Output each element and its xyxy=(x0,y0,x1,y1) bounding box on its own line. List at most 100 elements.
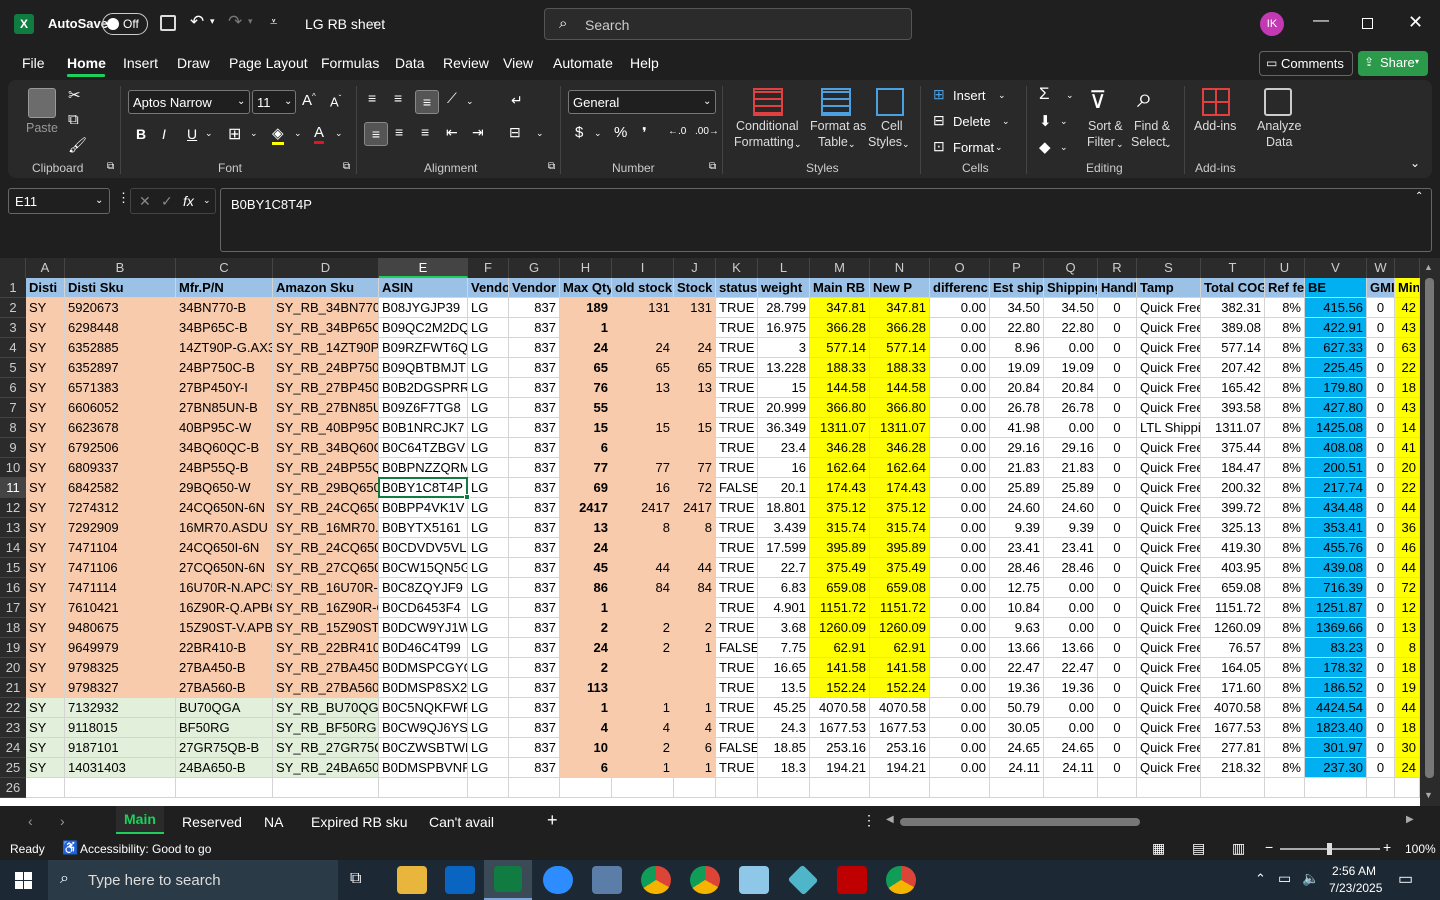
table-cell[interactable] xyxy=(612,538,674,558)
tray-overflow-icon[interactable]: ⌃ xyxy=(1255,871,1266,887)
table-cell[interactable]: 20 xyxy=(1395,458,1420,478)
column-header-w[interactable]: W xyxy=(1367,258,1395,278)
table-cell[interactable]: 4 xyxy=(560,718,612,738)
table-cell[interactable]: SY_RB_34BP65C-E xyxy=(273,318,379,338)
table-cell[interactable]: 65 xyxy=(560,358,612,378)
empty-cell[interactable] xyxy=(674,778,716,798)
table-cell[interactable]: 15Z90ST-V.APB6 xyxy=(176,618,273,638)
table-cell[interactable]: 0.00 xyxy=(930,378,990,398)
table-cell[interactable]: SY_RB_27BP450Y- xyxy=(273,378,379,398)
copy-icon[interactable]: ⧉ xyxy=(68,111,79,128)
table-cell[interactable]: 44 xyxy=(612,558,674,578)
zoom-level[interactable]: 100% xyxy=(1405,842,1436,856)
menu-formulas[interactable]: Formulas xyxy=(321,55,379,71)
table-cell[interactable]: 0.00 xyxy=(1044,698,1098,718)
file-explorer-icon[interactable] xyxy=(397,866,427,894)
table-cell[interactable]: 0 xyxy=(1098,318,1137,338)
table-cell[interactable]: 1251.87 xyxy=(1305,598,1367,618)
table-cell[interactable]: SY xyxy=(26,458,65,478)
comments-button[interactable]: ▭ Comments xyxy=(1259,51,1353,76)
table-cell[interactable]: 0.00 xyxy=(930,458,990,478)
table-cell[interactable]: 45 xyxy=(560,558,612,578)
table-cell[interactable]: SY xyxy=(26,698,65,718)
table-cell[interactable] xyxy=(674,658,716,678)
table-cell[interactable]: 16.65 xyxy=(758,658,810,678)
table-cell[interactable]: 455.76 xyxy=(1305,538,1367,558)
table-cell[interactable]: B0CDVDV5VL xyxy=(379,538,468,558)
table-cell[interactable]: 113 xyxy=(560,678,612,698)
header-cell[interactable]: Vendo xyxy=(468,278,509,298)
font-name-select[interactable]: Aptos Narrow ⌄ xyxy=(128,90,250,114)
currency-chevron-icon[interactable]: ⌄ xyxy=(594,128,602,139)
analyze-data-label-2[interactable]: Data xyxy=(1266,135,1292,149)
table-cell[interactable]: 2 xyxy=(674,618,716,638)
table-cell[interactable]: 1 xyxy=(560,598,612,618)
table-cell[interactable]: B09QC2M2DQ xyxy=(379,318,468,338)
table-cell[interactable]: 419.30 xyxy=(1201,538,1265,558)
table-cell[interactable]: LG xyxy=(468,298,509,318)
table-cell[interactable]: 23.41 xyxy=(1044,538,1098,558)
customize-qat-icon[interactable]: ⩡ xyxy=(270,14,277,30)
menu-file[interactable]: File xyxy=(22,55,45,71)
italic-button[interactable]: I xyxy=(162,126,166,142)
table-cell[interactable]: 1151.72 xyxy=(810,598,870,618)
orientation-icon[interactable]: ⟋ xyxy=(447,90,457,107)
table-cell[interactable]: B0DMSPBVNF xyxy=(379,758,468,778)
wrap-text-icon[interactable]: ↵ xyxy=(511,92,523,109)
table-cell[interactable]: 22.47 xyxy=(990,658,1044,678)
chrome-alt-icon[interactable] xyxy=(886,866,916,894)
table-cell[interactable]: 27CQ650N-6N xyxy=(176,558,273,578)
decrease-decimal-icon[interactable]: .00→ xyxy=(695,126,719,137)
table-cell[interactable]: 77 xyxy=(612,458,674,478)
table-cell[interactable]: 24 xyxy=(560,638,612,658)
table-cell[interactable]: 0.00 xyxy=(1044,418,1098,438)
table-cell[interactable]: 8% xyxy=(1265,738,1305,758)
table-cell[interactable]: 253.16 xyxy=(810,738,870,758)
table-cell[interactable]: 434.48 xyxy=(1305,498,1367,518)
empty-cell[interactable] xyxy=(560,778,612,798)
table-cell[interactable]: 1260.09 xyxy=(810,618,870,638)
table-cell[interactable]: 408.08 xyxy=(1305,438,1367,458)
table-cell[interactable]: SY xyxy=(26,478,65,498)
table-cell[interactable]: 16.975 xyxy=(758,318,810,338)
table-cell[interactable]: B09RZFWT6Q xyxy=(379,338,468,358)
analyze-data-label-1[interactable]: Analyze xyxy=(1257,119,1301,133)
row-header[interactable]: 26 xyxy=(0,778,26,798)
table-cell[interactable]: SY xyxy=(26,758,65,778)
table-cell[interactable]: 0 xyxy=(1367,358,1395,378)
formula-bar-more-icon[interactable]: ⋮ xyxy=(117,190,130,206)
header-cell[interactable]: GMI xyxy=(1367,278,1395,298)
table-cell[interactable]: 6623678 xyxy=(65,418,176,438)
table-cell[interactable]: 0 xyxy=(1098,578,1137,598)
table-cell[interactable]: 0 xyxy=(1098,298,1137,318)
table-cell[interactable]: 13.5 xyxy=(758,678,810,698)
table-cell[interactable]: 366.80 xyxy=(870,398,930,418)
table-cell[interactable]: 18.3 xyxy=(758,758,810,778)
table-cell[interactable]: TRUE xyxy=(716,718,758,738)
table-cell[interactable]: 77 xyxy=(674,458,716,478)
empty-cell[interactable] xyxy=(716,778,758,798)
conditional-formatting-label-2[interactable]: Formatting xyxy=(734,135,794,149)
table-cell[interactable]: 375.12 xyxy=(810,498,870,518)
table-cell[interactable]: 42 xyxy=(1395,298,1420,318)
table-cell[interactable]: 12.75 xyxy=(990,578,1044,598)
table-cell[interactable]: 19.09 xyxy=(1044,358,1098,378)
restore-icon[interactable] xyxy=(1362,18,1373,29)
table-cell[interactable]: 131 xyxy=(674,298,716,318)
table-cell[interactable]: 22.7 xyxy=(758,558,810,578)
table-cell[interactable]: LG xyxy=(468,598,509,618)
cell-styles-label-2[interactable]: Styles xyxy=(868,135,902,149)
table-cell[interactable]: 24 xyxy=(1395,758,1420,778)
page-break-view-icon[interactable]: ▥ xyxy=(1232,840,1245,857)
table-cell[interactable]: 0.00 xyxy=(930,578,990,598)
table-cell[interactable] xyxy=(674,538,716,558)
table-cell[interactable]: 0.00 xyxy=(930,598,990,618)
table-cell[interactable]: 403.95 xyxy=(1201,558,1265,578)
table-cell[interactable]: 76 xyxy=(560,378,612,398)
table-cell[interactable]: 8% xyxy=(1265,438,1305,458)
find-select-icon[interactable]: ⌕ xyxy=(1137,82,1153,115)
table-cell[interactable]: 14ZT90P-G.AX33 xyxy=(176,338,273,358)
align-center-icon[interactable]: ≡ xyxy=(395,124,403,140)
table-cell[interactable]: 22.80 xyxy=(990,318,1044,338)
table-cell[interactable]: 1 xyxy=(560,698,612,718)
